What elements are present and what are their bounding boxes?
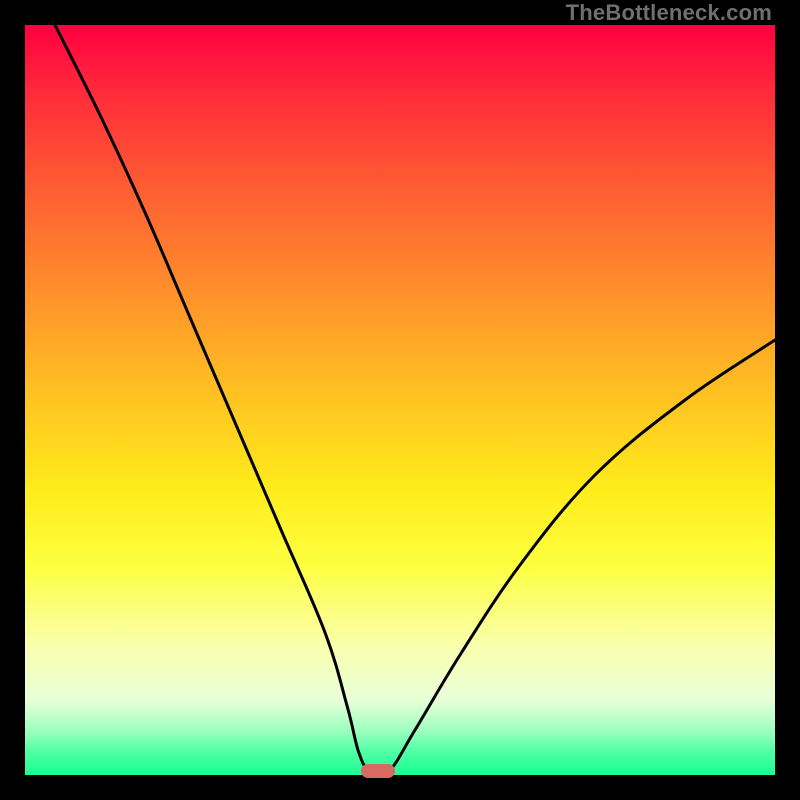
chart-frame: TheBottleneck.com: [0, 0, 800, 800]
plot-area: [25, 25, 775, 775]
watermark-text: TheBottleneck.com: [566, 0, 772, 26]
bottleneck-curve: [25, 25, 775, 775]
optimal-marker: [361, 764, 395, 778]
